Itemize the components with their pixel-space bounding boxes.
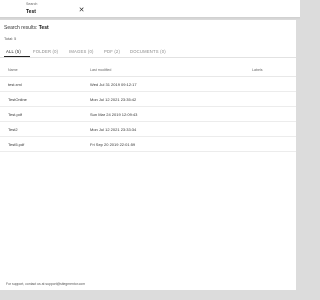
results-panel: Search results: Test Total: 5 ALL (5) FO… — [0, 20, 296, 290]
tab-pdf[interactable]: PDF (2) — [104, 49, 120, 57]
page-title: Search results: Test — [4, 25, 49, 31]
file-modified: Sun Mar 24 2019 12:09:43 — [90, 112, 138, 117]
top-search-bar: Search ✕ — [0, 0, 300, 18]
results-total: Total: 5 — [4, 37, 17, 41]
file-modified: Wed Jul 31 2019 09:12:17 — [90, 82, 137, 87]
file-modified: Mon Jul 12 2021 23:33:34 — [90, 127, 137, 132]
results-prefix: Search results: — [4, 25, 39, 31]
file-modified: Fri Sep 20 2019 22:01:59 — [90, 142, 136, 147]
file-name[interactable]: TestOnline — [8, 97, 27, 102]
results-query: Test — [38, 25, 49, 31]
support-text: For support, contact us at support@siteg… — [6, 282, 86, 286]
table-row[interactable]: Test2 Mon Jul 12 2021 23:33:34 — [0, 122, 296, 137]
column-header-name[interactable]: Name — [8, 68, 18, 72]
search-field[interactable]: Search ✕ — [26, 2, 86, 18]
search-label: Search — [26, 2, 38, 6]
tab-documents[interactable]: DOCUMENTS (0) — [130, 49, 166, 57]
footer: For support, contact us at support@siteg… — [0, 280, 296, 290]
table-header: Name Last modified Labels — [0, 66, 296, 77]
file-modified: Mon Jul 12 2021 23:35:42 — [90, 97, 137, 102]
column-header-labels[interactable]: Labels — [252, 68, 263, 72]
close-icon[interactable]: ✕ — [78, 7, 85, 14]
search-input[interactable] — [26, 8, 72, 16]
file-name[interactable]: Test2 — [8, 127, 18, 132]
column-header-last-modified[interactable]: Last modified — [90, 68, 111, 72]
file-name[interactable]: Test.pdf — [8, 112, 22, 117]
tab-images[interactable]: IMAGES (0) — [69, 49, 94, 57]
table-row[interactable]: TestOnline Mon Jul 12 2021 23:35:42 — [0, 92, 296, 107]
table-row[interactable]: Test.pdf Sun Mar 24 2019 12:09:43 — [0, 107, 296, 122]
active-tab-indicator — [4, 56, 30, 57]
file-name[interactable]: test.xml — [8, 82, 22, 87]
tab-folder[interactable]: FOLDER (0) — [33, 49, 58, 57]
table-row[interactable]: Test5.pdf Fri Sep 20 2019 22:01:59 — [0, 137, 296, 152]
table-row[interactable]: test.xml Wed Jul 31 2019 09:12:17 — [0, 77, 296, 92]
tab-bar: ALL (5) FOLDER (0) IMAGES (0) PDF (2) DO… — [0, 47, 296, 58]
file-name[interactable]: Test5.pdf — [8, 142, 24, 147]
